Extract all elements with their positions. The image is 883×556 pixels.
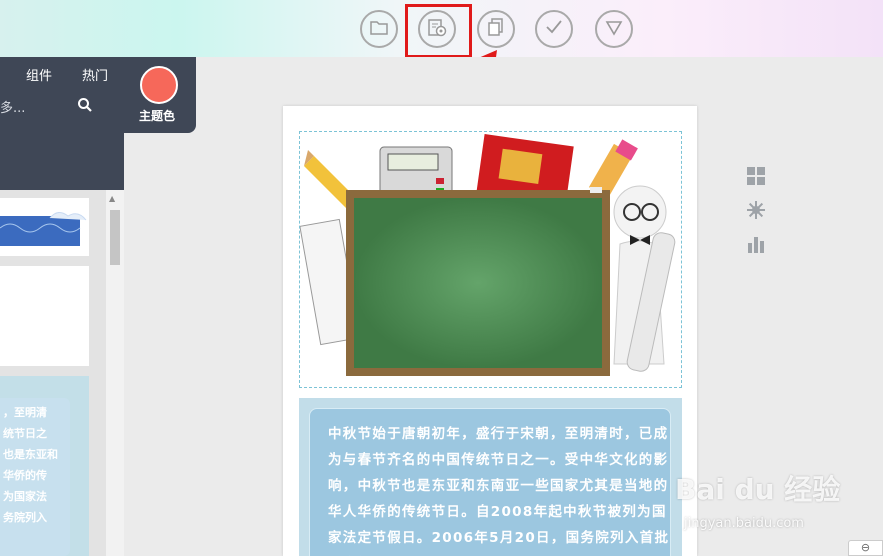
- copy-button[interactable]: [477, 10, 515, 48]
- template-thumbnail[interactable]: [0, 198, 89, 256]
- tab-components[interactable]: 组件: [26, 65, 52, 84]
- text-card: 中秋节始于唐朝初年，盛行于宋朝，至明清时，已成为与春节齐名的中国传统节日之一。受…: [309, 408, 671, 556]
- bar-chart-icon[interactable]: [746, 234, 766, 254]
- folder-icon: [368, 16, 390, 42]
- template-thumbnail[interactable]: [0, 266, 89, 366]
- theme-color-swatch[interactable]: [140, 66, 178, 104]
- open-folder-button[interactable]: [360, 10, 398, 48]
- thumbnail-text-preview: ，至明清 统节日之 也是东亚和 华侨的传 为国家法 务院列入: [0, 398, 70, 556]
- zoom-out-button[interactable]: ⊖: [848, 540, 883, 556]
- festival-text-block[interactable]: 中秋节始于唐朝初年，盛行于宋朝，至明清时，已成为与春节齐名的中国传统节日之一。受…: [299, 398, 682, 556]
- gear-icon[interactable]: [746, 200, 766, 220]
- check-icon: [543, 16, 565, 42]
- highlight-box: [405, 4, 472, 58]
- dropdown-button[interactable]: [595, 10, 633, 48]
- search-icon[interactable]: [77, 97, 93, 113]
- watermark-brand: Bai du 经验: [675, 473, 841, 506]
- tab-popular[interactable]: 热门: [82, 65, 108, 84]
- scroll-up-arrow[interactable]: ▲: [109, 194, 115, 203]
- confirm-button[interactable]: [535, 10, 573, 48]
- canvas-page: 中秋节始于唐朝初年，盛行于宋朝，至明清时，已成为与春节齐名的中国传统节日之一。受…: [283, 106, 697, 556]
- triangle-down-icon: [603, 16, 625, 42]
- scrollbar-thumb[interactable]: [110, 210, 120, 265]
- festival-paragraph: 中秋节始于唐朝初年，盛行于宋朝，至明清时，已成为与春节齐名的中国传统节日之一。受…: [328, 426, 670, 546]
- theme-color-label: 主题色: [139, 109, 176, 123]
- watermark-url: jingyan.baidu.com: [684, 516, 804, 531]
- classroom-illustration[interactable]: [299, 131, 682, 388]
- grid-icon[interactable]: [746, 166, 766, 186]
- search-more-text[interactable]: 多...: [0, 97, 25, 116]
- copy-icon: [485, 16, 507, 42]
